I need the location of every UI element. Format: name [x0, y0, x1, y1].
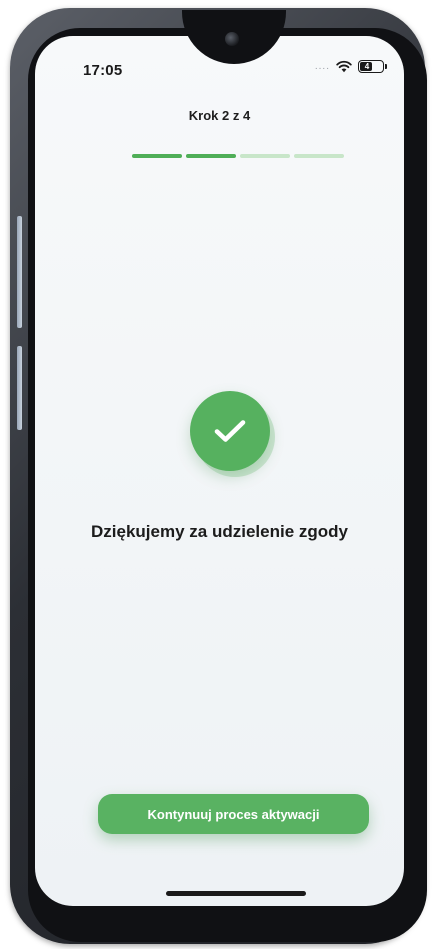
wifi-icon: [336, 60, 352, 73]
progress-step-3: [240, 154, 290, 158]
status-time: 17:05: [83, 62, 123, 79]
power-button: [17, 346, 22, 430]
volume-button: [17, 216, 22, 328]
step-progress: [132, 154, 344, 158]
confirmation-message: Dziękujemy za udzielenie zgody: [91, 522, 348, 541]
front-camera: [225, 32, 239, 46]
battery-icon: 4: [358, 60, 387, 73]
status-icons: .... 4: [314, 60, 387, 73]
screen: 17:05 .... 4 Krok 2 z 4 Dziękujemy za ud…: [35, 36, 404, 906]
progress-step-2: [186, 154, 236, 158]
home-indicator[interactable]: [166, 891, 306, 896]
progress-step-4: [294, 154, 344, 158]
signal-indicator: ....: [314, 61, 330, 72]
continue-activation-button[interactable]: Kontynuuj proces aktywacji: [98, 794, 369, 834]
success-badge: [190, 391, 270, 471]
checkmark-icon: [214, 420, 246, 442]
step-label: Krok 2 z 4: [188, 108, 251, 123]
battery-level: 4: [364, 62, 370, 71]
progress-step-1: [132, 154, 182, 158]
